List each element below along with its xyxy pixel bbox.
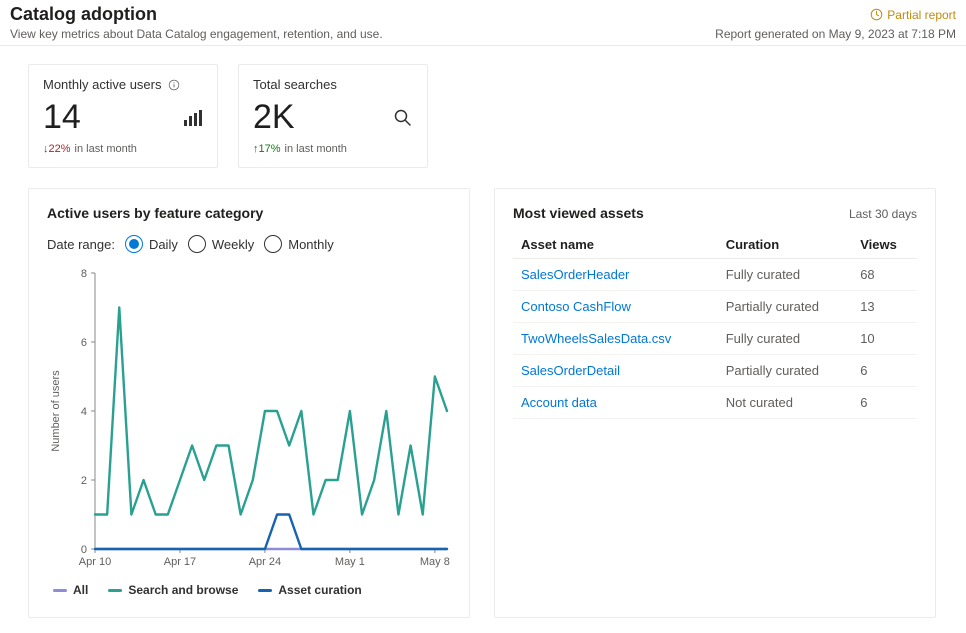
date-range-label: Date range: (47, 237, 115, 252)
table-row: SalesOrderDetail Partially curated6 (513, 355, 917, 387)
kpi-value: 2K (253, 98, 295, 137)
partial-report-indicator: Partial report (870, 8, 956, 22)
col-views[interactable]: Views (852, 231, 917, 259)
kpi-title: Total searches (253, 77, 337, 92)
asset-curation: Fully curated (718, 259, 852, 291)
asset-link[interactable]: SalesOrderDetail (521, 363, 620, 378)
radio-weekly[interactable]: Weekly (188, 235, 254, 253)
asset-link[interactable]: TwoWheelsSalesData.csv (521, 331, 671, 346)
panel-active-users-chart: Active users by feature category Date ra… (28, 188, 470, 618)
page-subtitle: View key metrics about Data Catalog enga… (10, 27, 383, 41)
radio-daily[interactable]: Daily (125, 235, 178, 253)
asset-views: 68 (852, 259, 917, 291)
asset-curation: Fully curated (718, 323, 852, 355)
asset-link[interactable]: Contoso CashFlow (521, 299, 631, 314)
svg-text:2: 2 (81, 475, 87, 487)
svg-text:Number of users: Number of users (50, 370, 62, 452)
chart-legend: All Search and browse Asset curation (47, 583, 451, 597)
clock-partial-icon (870, 8, 883, 21)
col-asset-name[interactable]: Asset name (513, 231, 718, 259)
legend-all[interactable]: All (53, 583, 88, 597)
asset-views: 13 (852, 291, 917, 323)
table-row: Account data Not curated6 (513, 387, 917, 419)
table-row: TwoWheelsSalesData.csv Fully curated10 (513, 323, 917, 355)
header: Catalog adoption Partial report View key… (0, 0, 966, 46)
svg-text:May 8: May 8 (420, 556, 450, 568)
asset-link[interactable]: Account data (521, 395, 597, 410)
panel-title: Most viewed assets (513, 205, 644, 221)
asset-views: 10 (852, 323, 917, 355)
line-chart: Number of users 0 2 4 6 8 Apr 10 Apr 17 Apr 24 Ma… (47, 263, 453, 573)
asset-curation: Partially curated (718, 355, 852, 387)
col-curation[interactable]: Curation (718, 231, 852, 259)
svg-text:Apr 17: Apr 17 (164, 556, 196, 568)
search-icon (393, 108, 413, 128)
kpi-total-searches[interactable]: Total searches 2K ↑17%in last month (238, 64, 428, 168)
radio-monthly[interactable]: Monthly (264, 235, 334, 253)
table-row: SalesOrderHeader Fully curated68 (513, 259, 917, 291)
table-row: Contoso CashFlow Partially curated13 (513, 291, 917, 323)
assets-table: Asset name Curation Views SalesOrderHead… (513, 231, 917, 419)
kpi-value: 14 (43, 98, 81, 137)
svg-text:0: 0 (81, 544, 87, 556)
panel-range-label: Last 30 days (849, 207, 917, 221)
svg-text:4: 4 (81, 406, 87, 418)
legend-search-browse[interactable]: Search and browse (108, 583, 238, 597)
info-icon (168, 79, 180, 91)
kpi-delta: ↑17%in last month (253, 143, 413, 155)
panel-most-viewed-assets: Most viewed assets Last 30 days Asset na… (494, 188, 936, 618)
svg-text:8: 8 (81, 268, 87, 280)
svg-text:Apr 24: Apr 24 (249, 556, 281, 568)
asset-link[interactable]: SalesOrderHeader (521, 267, 629, 282)
svg-text:Apr 10: Apr 10 (79, 556, 111, 568)
asset-curation: Not curated (718, 387, 852, 419)
svg-text:6: 6 (81, 337, 87, 349)
asset-views: 6 (852, 387, 917, 419)
svg-text:May 1: May 1 (335, 556, 365, 568)
main-content: Monthly active users 14 ↓22%in last mont… (0, 46, 966, 627)
kpi-monthly-active-users[interactable]: Monthly active users 14 ↓22%in last mont… (28, 64, 218, 168)
page-title: Catalog adoption (10, 4, 157, 25)
asset-views: 6 (852, 355, 917, 387)
report-generated-label: Report generated on May 9, 2023 at 7:18 … (715, 27, 956, 41)
asset-curation: Partially curated (718, 291, 852, 323)
legend-asset-curation[interactable]: Asset curation (258, 583, 361, 597)
bar-chart-icon (183, 110, 203, 128)
kpi-delta: ↓22%in last month (43, 143, 203, 155)
panel-title: Active users by feature category (47, 205, 451, 221)
kpi-title: Monthly active users (43, 77, 162, 92)
